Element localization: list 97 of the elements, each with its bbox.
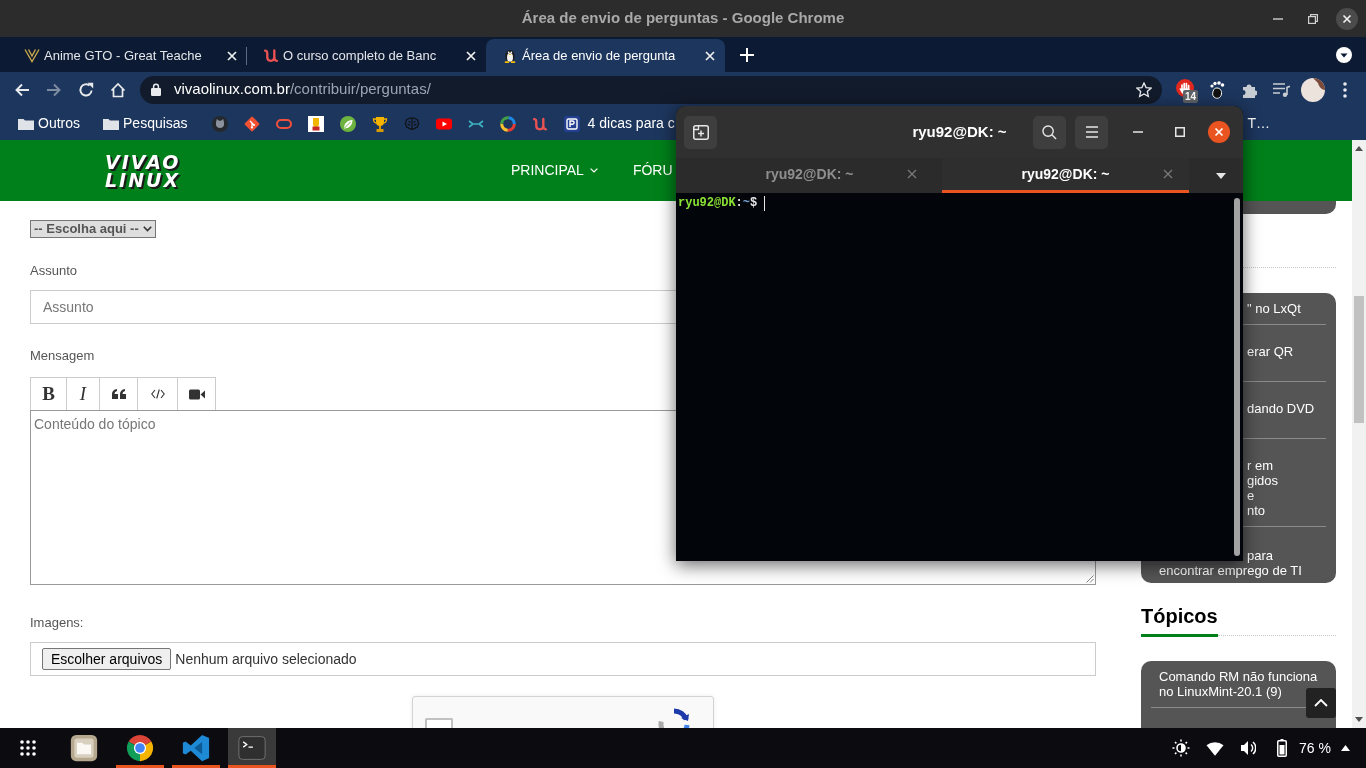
article-link[interactable]: erar QR bbox=[1247, 344, 1294, 359]
article-link[interactable]: e bbox=[1247, 488, 1255, 503]
dropdown-icon[interactable] bbox=[1216, 172, 1226, 179]
subcategory-select[interactable]: -- Escolha aqui -- bbox=[30, 220, 156, 238]
trophy-icon[interactable] bbox=[371, 115, 388, 132]
chevron-down-icon bbox=[142, 226, 152, 232]
cat-icon[interactable] bbox=[211, 115, 228, 132]
battery-level-text: 76 % bbox=[1299, 738, 1331, 758]
more-icon[interactable] bbox=[1343, 81, 1347, 98]
home-icon[interactable] bbox=[110, 81, 126, 98]
choose-files-button[interactable]: Escolher arquivos bbox=[42, 648, 172, 670]
article-link[interactable]: nto bbox=[1247, 503, 1266, 518]
video-camera-icon bbox=[188, 388, 205, 400]
site-logo: VIVAO LINUX bbox=[105, 152, 182, 189]
dropdown-icon[interactable] bbox=[1336, 46, 1352, 63]
section-heading: Tópicos bbox=[1141, 604, 1218, 628]
code-icon bbox=[150, 389, 165, 399]
article-link[interactable]: para bbox=[1247, 548, 1274, 563]
article-link[interactable]: gidos bbox=[1247, 473, 1279, 488]
maximize-icon[interactable] bbox=[1175, 127, 1185, 137]
lock-icon bbox=[151, 83, 161, 96]
folder-icon bbox=[103, 117, 119, 130]
tile-icon bbox=[563, 115, 580, 132]
volume-icon[interactable] bbox=[1240, 739, 1257, 757]
curve-icon[interactable] bbox=[531, 115, 548, 132]
close-icon[interactable] bbox=[1336, 7, 1358, 30]
footprint-icon[interactable] bbox=[1209, 80, 1225, 99]
tile-icon[interactable] bbox=[307, 115, 324, 132]
app-grid-icon[interactable] bbox=[20, 740, 36, 756]
color-ring-icon[interactable] bbox=[499, 115, 516, 132]
article-link[interactable]: encontrar emprego de TI bbox=[1159, 563, 1302, 578]
caret-up-icon[interactable] bbox=[1341, 745, 1350, 751]
window-title: Área de envio de perguntas - Google Chrome bbox=[521, 8, 845, 29]
message-textarea[interactable]: Conteúdo do tópico bbox=[30, 410, 676, 585]
scrollbar-track[interactable] bbox=[1352, 140, 1366, 728]
back-to-top-button[interactable] bbox=[1306, 688, 1336, 718]
battery-icon[interactable] bbox=[1277, 739, 1288, 757]
menu-icon bbox=[1085, 126, 1098, 138]
brightness-icon[interactable] bbox=[1172, 739, 1191, 757]
playlist-icon[interactable] bbox=[1272, 82, 1290, 97]
address-bar[interactable]: vivaolinux.com.br/contribuir/perguntas/ bbox=[140, 75, 1162, 104]
text-cursor bbox=[764, 196, 766, 211]
field-label: Mensagem bbox=[30, 348, 95, 364]
search-button[interactable] bbox=[1033, 115, 1066, 149]
nav-link[interactable]: PRINCIPAL bbox=[511, 160, 598, 181]
forward-icon[interactable] bbox=[46, 81, 62, 98]
notification-badge: 14 bbox=[1183, 90, 1199, 103]
terminal-prompt: ryu92@DK:~$ bbox=[678, 196, 758, 211]
restore-icon[interactable] bbox=[1308, 13, 1318, 24]
video-button[interactable] bbox=[177, 377, 216, 411]
quote-icon bbox=[111, 389, 126, 399]
file-upload-field[interactable]: Escolher arquivos Nenhum arquivo selecionado bbox=[30, 642, 1096, 676]
plus-icon[interactable] bbox=[740, 47, 754, 62]
menu-button[interactable] bbox=[1075, 115, 1108, 149]
star-icon[interactable] bbox=[1136, 81, 1152, 98]
ribbon-icon bbox=[182, 734, 210, 762]
bookmark-folder[interactable]: Pesquisas bbox=[103, 113, 188, 134]
folder-icon bbox=[18, 117, 34, 130]
article-link[interactable]: r em bbox=[1247, 458, 1273, 473]
captcha-checkbox[interactable] bbox=[425, 718, 453, 728]
avatar-icon[interactable] bbox=[1301, 77, 1325, 102]
back-icon[interactable] bbox=[14, 81, 30, 98]
article-link[interactable]: " no LxQt bbox=[1247, 301, 1301, 316]
search-icon bbox=[1042, 124, 1057, 140]
new-tab-button[interactable] bbox=[684, 115, 717, 149]
tricolor-circle-icon bbox=[126, 734, 154, 762]
article-link[interactable]: dando DVD bbox=[1247, 401, 1315, 416]
reload-icon[interactable] bbox=[78, 81, 94, 98]
terminal-title: ryu92@DK: ~ bbox=[912, 121, 1007, 142]
wifi-icon[interactable] bbox=[1206, 740, 1225, 756]
bold-button[interactable]: B bbox=[30, 377, 67, 411]
file-status-text: Nenhum arquivo selecionado bbox=[175, 649, 357, 669]
curve-icon bbox=[263, 48, 279, 63]
scroll-up-icon[interactable] bbox=[1355, 146, 1363, 151]
minimize-icon[interactable] bbox=[1273, 17, 1283, 20]
field-label: Imagens: bbox=[30, 615, 84, 631]
bookmark-folder[interactable]: Outros bbox=[18, 113, 80, 134]
topic-link[interactable]: Comando RM não funciona no LinuxMint-20.1 (9) bbox=[1159, 669, 1318, 699]
scroll-down-icon[interactable] bbox=[1355, 717, 1363, 722]
penguin-icon bbox=[502, 48, 518, 63]
close-icon[interactable] bbox=[1208, 121, 1230, 143]
nav-link[interactable]: FÓRU bbox=[632, 160, 673, 181]
folder-icon bbox=[70, 734, 98, 762]
bookmark[interactable]: 4 dicas para c bbox=[563, 113, 675, 134]
terminal-icon bbox=[238, 734, 266, 762]
resize-grip-icon[interactable] bbox=[1086, 575, 1094, 583]
chevron-down-icon bbox=[589, 168, 598, 173]
bookmark[interactable]: T… bbox=[1247, 113, 1270, 134]
text-input[interactable]: Assunto bbox=[30, 290, 676, 324]
field-label: Assunto bbox=[30, 263, 77, 279]
new-tab-icon bbox=[692, 124, 709, 140]
chevron-up-icon bbox=[1314, 699, 1328, 707]
v-shape-icon bbox=[24, 48, 40, 63]
browser-tab[interactable]: Área de envio de pergunta bbox=[486, 39, 725, 72]
terminal-scrollbar[interactable] bbox=[1234, 198, 1240, 556]
scrollbar-thumb[interactable] bbox=[1354, 296, 1364, 423]
leaf-icon[interactable] bbox=[339, 115, 356, 132]
